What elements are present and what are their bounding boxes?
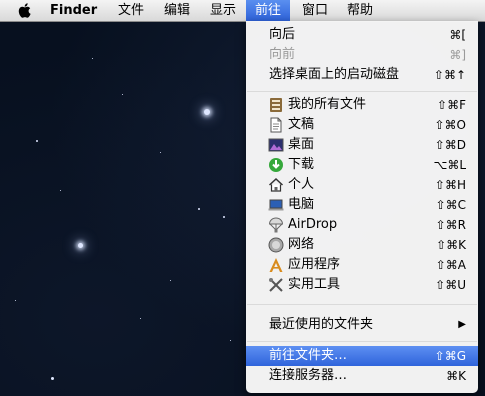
menu-item-airdrop[interactable]: AirDrop ⇧⌘R	[246, 215, 478, 235]
network-icon	[268, 237, 284, 253]
shortcut-label: ⇧⌘F	[437, 98, 466, 112]
menu-item-downloads[interactable]: 下载 ⌥⌘L	[246, 155, 478, 175]
desktop-icon	[268, 138, 284, 152]
shortcut-label: ⇧⌘U	[435, 278, 466, 292]
menu-item-all-files[interactable]: 我的所有文件 ⇧⌘F	[246, 95, 478, 115]
menu-separator	[247, 304, 477, 305]
menu-bar: Finder 文件 编辑 显示 前往 窗口 帮助	[0, 0, 485, 22]
star	[60, 190, 61, 191]
applications-icon	[269, 258, 283, 272]
star	[230, 340, 231, 341]
menu-window[interactable]: 窗口	[293, 0, 337, 21]
star	[170, 280, 171, 281]
menu-item-applications[interactable]: 应用程序 ⇧⌘A	[246, 255, 478, 275]
computer-icon	[268, 199, 284, 211]
menu-item-desktop[interactable]: 桌面 ⇧⌘D	[246, 135, 478, 155]
go-menu-dropdown: 向后 ⌘[ 向前 ⌘] 选择桌面上的启动磁盘 ⇧⌘↑ 我的所有文件 ⇧⌘F 文稿…	[246, 21, 478, 393]
shortcut-label: ⌘K	[446, 369, 466, 383]
shortcut-label: ⇧⌘G	[434, 349, 466, 363]
home-icon	[268, 177, 284, 192]
menu-item-label: 向前	[269, 47, 296, 62]
menu-item-forward[interactable]: 向前 ⌘]	[246, 45, 478, 65]
document-icon	[270, 117, 282, 133]
shortcut-label: ⇧⌘A	[435, 258, 466, 272]
menu-item-label: 应用程序	[288, 257, 341, 272]
utilities-icon	[269, 278, 283, 292]
menu-item-documents[interactable]: 文稿 ⇧⌘O	[246, 115, 478, 135]
menu-help[interactable]: 帮助	[338, 0, 382, 21]
menu-item-label: 下载	[288, 157, 315, 172]
menu-item-label: 前往文件夹…	[269, 348, 348, 363]
menu-item-utilities[interactable]: 实用工具 ⇧⌘U	[246, 275, 478, 295]
menu-separator	[247, 91, 477, 92]
menu-item-label: 文稿	[288, 117, 315, 132]
star	[198, 208, 200, 210]
apple-menu-icon[interactable]	[8, 0, 41, 21]
menu-item-recent-folders[interactable]: 最近使用的文件夹 ▶	[246, 315, 478, 335]
shortcut-label: ⇧⌘K	[436, 238, 466, 252]
menu-item-home[interactable]: 个人 ⇧⌘H	[246, 175, 478, 195]
shortcut-label: ⇧⌘C	[435, 198, 466, 212]
menu-item-computer[interactable]: 电脑 ⇧⌘C	[246, 195, 478, 215]
menu-finder[interactable]: Finder	[41, 0, 106, 21]
star	[78, 243, 83, 248]
menu-item-label: 连接服务器…	[269, 368, 348, 383]
menu-item-label: 选择桌面上的启动磁盘	[269, 67, 400, 82]
submenu-arrow-icon: ▶	[458, 319, 466, 330]
menu-item-back[interactable]: 向后 ⌘[	[246, 25, 478, 45]
menu-go[interactable]: 前往	[246, 0, 291, 21]
menu-item-label: 个人	[288, 177, 315, 192]
star	[122, 94, 123, 95]
star	[51, 377, 54, 380]
star	[160, 152, 161, 153]
menu-item-label: 实用工具	[288, 277, 341, 292]
menu-item-connect-server[interactable]: 连接服务器… ⌘K	[246, 366, 478, 386]
menu-edit[interactable]: 编辑	[155, 0, 199, 21]
shortcut-label: ⇧⌘D	[434, 138, 466, 152]
shortcut-label: ⌥⌘L	[433, 158, 466, 172]
menu-item-network[interactable]: 网络 ⇧⌘K	[246, 235, 478, 255]
shortcut-label: ⇧⌘R	[435, 218, 466, 232]
star	[223, 216, 225, 218]
menu-item-label: 桌面	[288, 137, 315, 152]
menu-item-label: 网络	[288, 237, 315, 252]
shortcut-label: ⇧⌘↑	[433, 68, 466, 82]
star	[204, 109, 210, 115]
star	[92, 58, 93, 59]
download-icon	[269, 158, 283, 172]
star	[140, 318, 141, 319]
menu-item-enclosing-folder[interactable]: 选择桌面上的启动磁盘 ⇧⌘↑	[246, 65, 478, 85]
menu-view[interactable]: 显示	[201, 0, 245, 21]
menu-file[interactable]: 文件	[109, 0, 153, 21]
menu-item-go-to-folder[interactable]: 前往文件夹… ⇧⌘G	[246, 346, 478, 366]
all-files-icon	[270, 98, 282, 112]
menu-item-label: 电脑	[288, 197, 315, 212]
shortcut-label: ⇧⌘H	[434, 178, 466, 192]
menu-item-label: 向后	[269, 27, 296, 42]
menu-item-label: 最近使用的文件夹	[269, 317, 374, 332]
airdrop-icon	[268, 217, 284, 233]
shortcut-label: ⌘]	[449, 48, 466, 62]
shortcut-label: ⌘[	[449, 28, 466, 42]
menu-item-label: 我的所有文件	[288, 97, 367, 112]
menu-item-label: AirDrop	[288, 217, 338, 232]
menu-separator	[247, 341, 477, 342]
star	[15, 300, 16, 301]
shortcut-label: ⇧⌘O	[434, 118, 467, 132]
star	[36, 140, 38, 142]
